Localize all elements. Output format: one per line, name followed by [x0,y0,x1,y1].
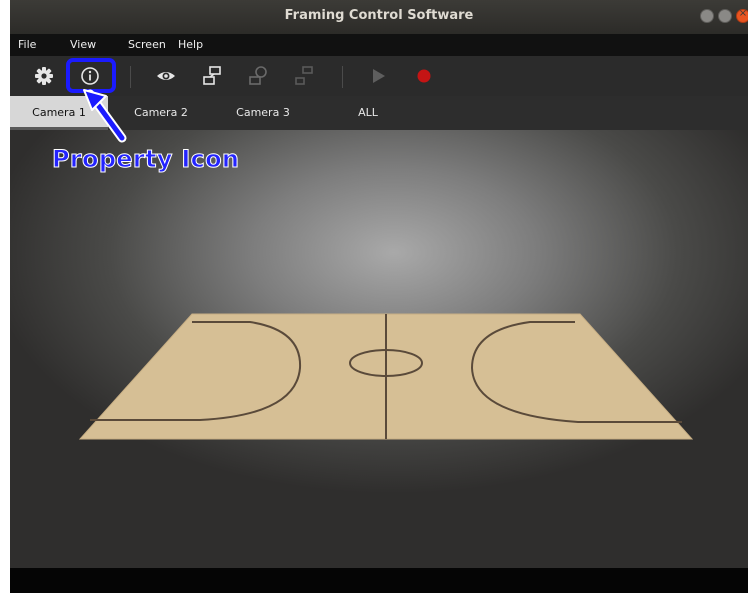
menu-file[interactable]: File [18,38,36,51]
view-button[interactable] [152,62,180,90]
settings-button[interactable] [30,62,58,90]
title-bar: Framing Control Software × [10,0,748,34]
window-title: Framing Control Software [284,8,474,23]
close-icon: × [738,8,748,19]
annotation-label: Property Icon [51,145,240,174]
layout-icon [203,66,221,85]
toolbar-divider [342,66,343,88]
toolbar-divider [130,66,131,88]
basketball-court [78,313,694,440]
eye-icon [157,72,175,80]
layout-small-button[interactable] [290,62,318,90]
layout-rotate-button[interactable] [244,62,272,90]
application-window: Framing Control Software × File View Scr… [0,0,748,593]
minimize-button[interactable] [700,9,714,23]
record-button[interactable] [410,62,438,90]
camera-viewport[interactable] [10,130,748,568]
layout-rotate-icon [249,66,267,85]
tab-all[interactable]: ALL [326,96,410,130]
play-icon [373,69,385,83]
menu-bar: File View Screen Help [10,34,748,56]
layout-button[interactable] [198,62,226,90]
menu-screen[interactable]: Screen [128,38,166,51]
status-bar [10,568,748,593]
play-button[interactable] [364,62,392,90]
gear-icon [35,67,53,85]
close-button[interactable]: × [736,8,748,23]
left-margin [0,0,10,593]
maximize-button[interactable] [718,9,732,23]
tab-camera-3[interactable]: Camera 3 [220,96,306,130]
layout-small-icon [295,66,313,85]
annotation-arrow [83,89,127,143]
menu-help[interactable]: Help [178,38,203,51]
record-icon [417,69,431,83]
menu-view[interactable]: View [70,38,96,51]
